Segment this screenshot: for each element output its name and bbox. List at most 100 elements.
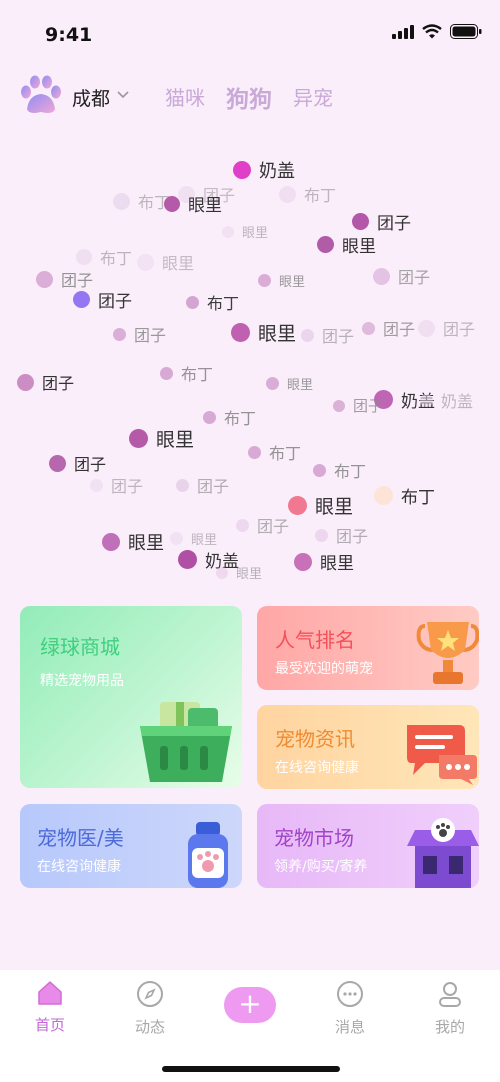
tag-dot xyxy=(76,249,92,265)
chevron-down-icon[interactable] xyxy=(116,88,130,102)
pet-name-tag[interactable]: 团子 xyxy=(301,323,354,347)
message-icon xyxy=(337,981,363,1007)
card-popularity-ranking[interactable]: 人气排名 最受欢迎的萌宠 xyxy=(257,606,479,690)
wifi-icon xyxy=(422,24,442,39)
tag-label: 团子 xyxy=(98,292,132,312)
nav-profile[interactable]: 我的 xyxy=(410,980,490,1037)
pet-name-tag[interactable]: 眼里 xyxy=(170,529,217,548)
tag-label: 团子 xyxy=(377,214,411,234)
pet-name-tag[interactable]: 布丁 xyxy=(203,405,256,429)
tag-dot xyxy=(313,463,326,477)
pet-name-tag[interactable]: 团子 xyxy=(333,395,383,416)
pet-name-tag[interactable]: 团子 xyxy=(176,473,229,497)
pet-name-tag[interactable]: 团子 xyxy=(315,523,368,547)
pet-name-tag[interactable]: 布丁 xyxy=(374,483,435,508)
pet-name-tag[interactable]: 团子 xyxy=(17,370,74,394)
tag-dot xyxy=(36,270,53,288)
tab-exotic[interactable]: 异宠 xyxy=(293,82,333,111)
status-time: 9:41 xyxy=(45,24,93,46)
tag-label: 团子 xyxy=(383,320,416,339)
tag-label: 眼里 xyxy=(279,275,306,290)
tag-label: 眼里 xyxy=(156,429,195,451)
signal-icon xyxy=(392,24,414,39)
tag-dot xyxy=(374,486,393,505)
pet-name-tag[interactable]: 团子 xyxy=(418,316,475,340)
tag-label: 布丁 xyxy=(181,365,214,384)
pet-name-tag[interactable]: 团子 xyxy=(113,322,166,346)
pet-name-tag[interactable]: 团子 xyxy=(362,316,415,340)
tag-dot xyxy=(266,377,279,390)
pet-name-cloud: 奶盖 布丁 团子 眼里 布丁 团子 眼里 眼里 布丁 眼里 团子 眼里 团子 团子 布丁 团子 眼里 团子 团子 团子… xyxy=(0,140,500,590)
card-title: 宠物医/美 xyxy=(37,826,124,850)
status-icons xyxy=(392,24,482,39)
pet-name-tag[interactable]: 眼里 xyxy=(258,271,305,290)
tag-dot xyxy=(17,373,34,391)
pet-name-tag[interactable]: 眼里 xyxy=(129,425,194,452)
pet-name-tag[interactable]: 布丁 xyxy=(113,189,170,213)
nav-feed[interactable]: 动态 xyxy=(110,980,190,1037)
tag-label: 布丁 xyxy=(224,409,257,428)
pet-name-tag[interactable]: 眼里 xyxy=(288,492,353,519)
pet-name-tag[interactable]: 布丁 xyxy=(186,290,239,314)
paw-logo-icon xyxy=(21,75,61,113)
tag-label: 布丁 xyxy=(100,249,133,268)
card-pet-market[interactable]: 宠物市场 领养/购买/寄养 xyxy=(257,804,479,888)
tag-dot xyxy=(216,566,228,579)
pet-name-tag[interactable]: 布丁 xyxy=(76,245,132,269)
nav-label: 消息 xyxy=(334,1018,365,1036)
tag-dot xyxy=(373,267,390,285)
pet-name-tag[interactable]: 眼里 xyxy=(294,549,354,574)
tag-dot xyxy=(49,454,66,472)
pet-name-tag[interactable]: 布丁 xyxy=(160,361,213,385)
pet-name-tag[interactable]: 布丁 xyxy=(248,440,301,464)
city-selector[interactable]: 成都 xyxy=(72,84,110,111)
pet-name-tag[interactable]: 布丁 xyxy=(279,182,336,206)
pet-name-tag[interactable]: 眼里 xyxy=(216,563,262,582)
nav-home[interactable]: 首页 xyxy=(10,980,90,1035)
pet-name-tag[interactable]: 团子 xyxy=(73,287,132,312)
pet-name-tag[interactable]: 团子 xyxy=(49,451,106,475)
card-pet-mall[interactable]: 绿球商城 精选宠物用品 xyxy=(20,606,242,788)
trophy-icon xyxy=(416,622,479,684)
tag-dot xyxy=(236,518,249,532)
pet-name-tag[interactable]: 眼里 xyxy=(102,529,164,555)
tag-label: 眼里 xyxy=(258,323,297,345)
tag-label: 眼里 xyxy=(236,567,263,582)
card-title: 宠物市场 xyxy=(274,826,354,850)
pet-name-tag[interactable]: 眼里 xyxy=(266,374,313,393)
pet-name-tag[interactable]: 奶盖 xyxy=(233,157,295,183)
tab-dogs[interactable]: 狗狗 xyxy=(226,80,272,114)
tag-dot xyxy=(203,410,216,424)
pet-name-tag[interactable]: 眼里 xyxy=(164,191,222,216)
card-pet-news[interactable]: 宠物资讯 在线咨询健康 xyxy=(257,705,479,789)
nav-label: 我的 xyxy=(434,1018,465,1036)
tag-label: 团子 xyxy=(197,477,230,496)
tag-label: 团子 xyxy=(134,326,167,345)
tag-label: 团子 xyxy=(443,320,476,339)
medicine-bottle-icon xyxy=(188,822,228,888)
pet-name-tag[interactable]: 眼里 xyxy=(231,319,296,346)
pet-name-tag[interactable]: 眼里 xyxy=(317,232,376,257)
pet-name-tag[interactable]: 团子 xyxy=(90,473,143,497)
tag-label: 团子 xyxy=(74,455,107,474)
user-icon xyxy=(439,982,461,1007)
nav-messages[interactable]: 消息 xyxy=(310,980,390,1037)
tab-cats[interactable]: 猫咪 xyxy=(165,82,205,111)
tag-label: 眼里 xyxy=(287,378,314,393)
pet-name-tag[interactable]: 奶盖 xyxy=(420,388,473,412)
card-title: 人气排名 xyxy=(275,628,355,652)
post-plus-button[interactable]: + xyxy=(224,987,276,1023)
card-subtitle: 精选宠物用品 xyxy=(40,673,124,689)
pet-name-tag[interactable]: 团子 xyxy=(373,264,430,288)
tag-dot xyxy=(160,366,173,380)
pet-name-tag[interactable]: 团子 xyxy=(352,209,411,234)
pet-name-tag[interactable]: 团子 xyxy=(236,513,289,537)
compass-icon xyxy=(137,981,163,1007)
tag-label: 眼里 xyxy=(315,496,354,518)
tag-dot xyxy=(170,532,183,545)
tag-label: 团子 xyxy=(353,397,384,415)
pet-name-tag[interactable]: 眼里 xyxy=(137,250,194,274)
pet-name-tag[interactable]: 眼里 xyxy=(222,222,268,241)
pet-name-tag[interactable]: 布丁 xyxy=(313,458,366,482)
card-pet-medical-beauty[interactable]: 宠物医/美 在线咨询健康 xyxy=(20,804,242,888)
